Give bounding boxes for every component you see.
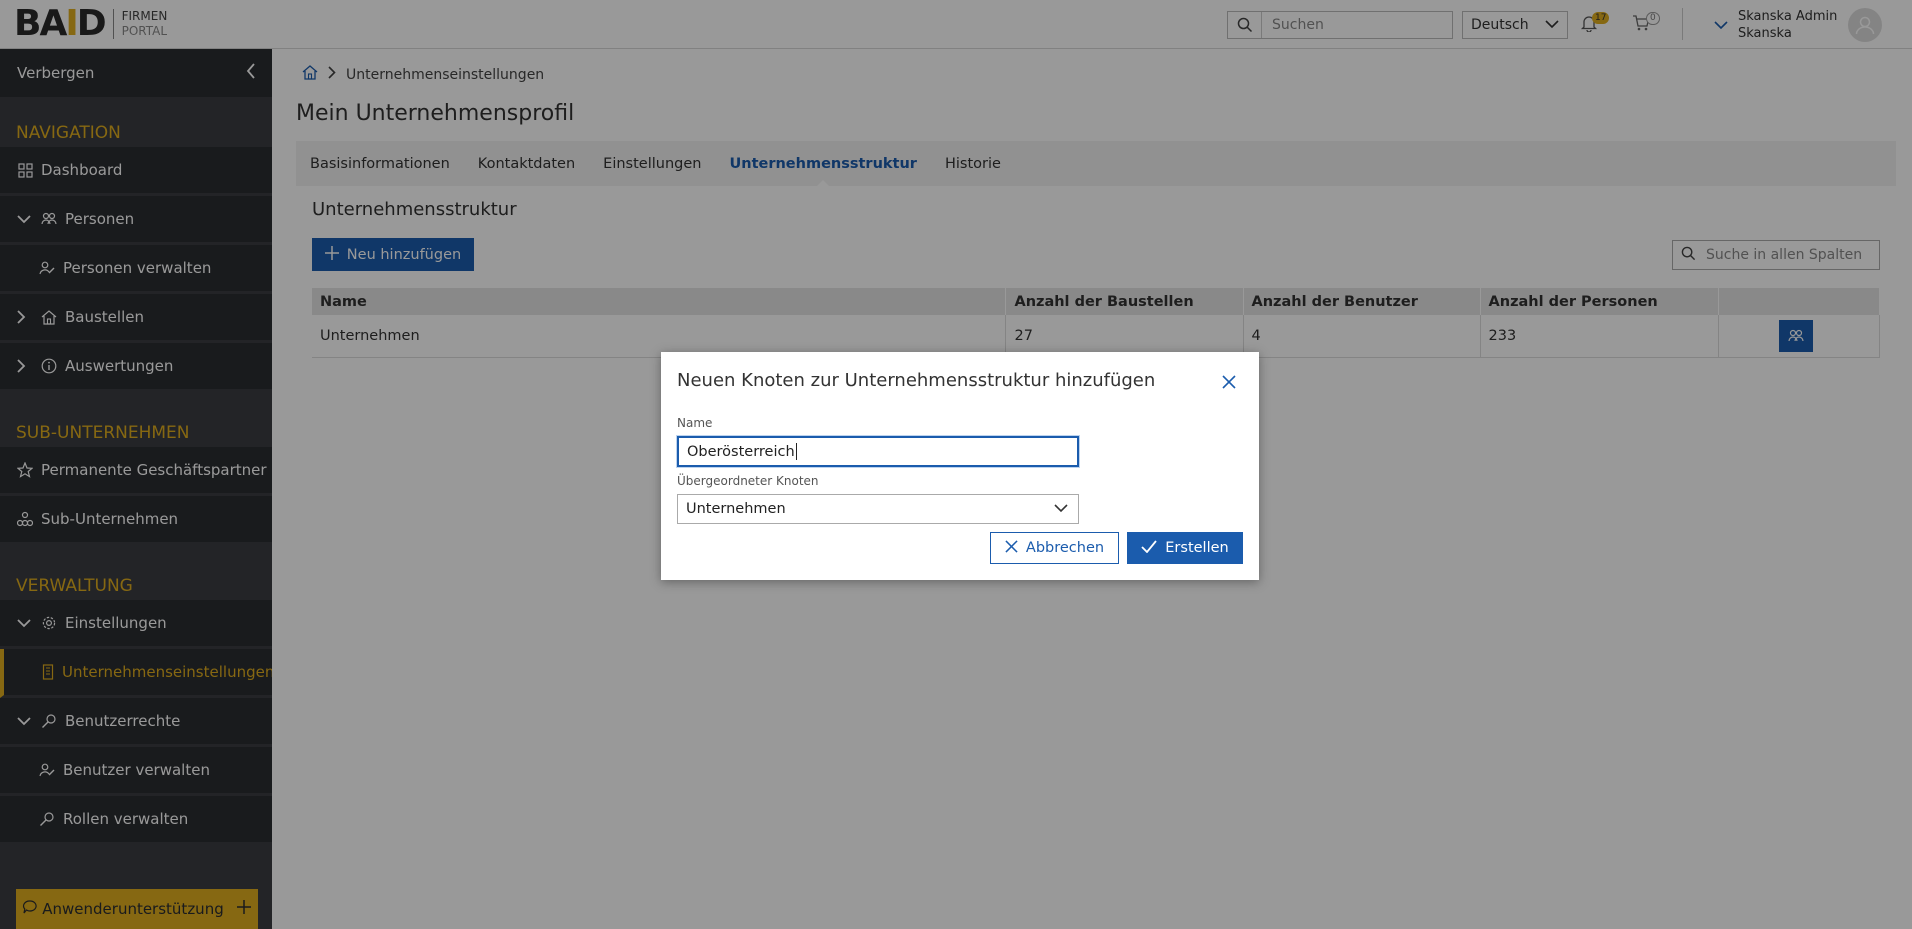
close-button[interactable] xyxy=(1217,370,1241,394)
cancel-button[interactable]: Abbrechen xyxy=(990,532,1119,564)
name-input-value: Oberösterreich xyxy=(687,443,795,460)
close-icon xyxy=(1222,375,1236,389)
create-label: Erstellen xyxy=(1165,540,1229,556)
parent-node-label: Übergeordneter Knoten xyxy=(677,474,819,488)
check-icon xyxy=(1141,539,1157,557)
chevron-down-icon xyxy=(1054,501,1068,517)
parent-node-value: Unternehmen xyxy=(686,501,786,517)
close-icon xyxy=(1005,539,1018,557)
add-node-dialog: Neuen Knoten zur Unternehmensstruktur hi… xyxy=(661,352,1259,580)
create-button[interactable]: Erstellen xyxy=(1127,532,1243,564)
parent-node-select[interactable]: Unternehmen xyxy=(677,494,1079,524)
name-input[interactable]: Oberösterreich xyxy=(677,436,1079,467)
name-label: Name xyxy=(677,416,713,430)
cancel-label: Abbrechen xyxy=(1025,540,1105,556)
text-cursor xyxy=(795,443,797,460)
dialog-title: Neuen Knoten zur Unternehmensstruktur hi… xyxy=(677,370,1156,391)
